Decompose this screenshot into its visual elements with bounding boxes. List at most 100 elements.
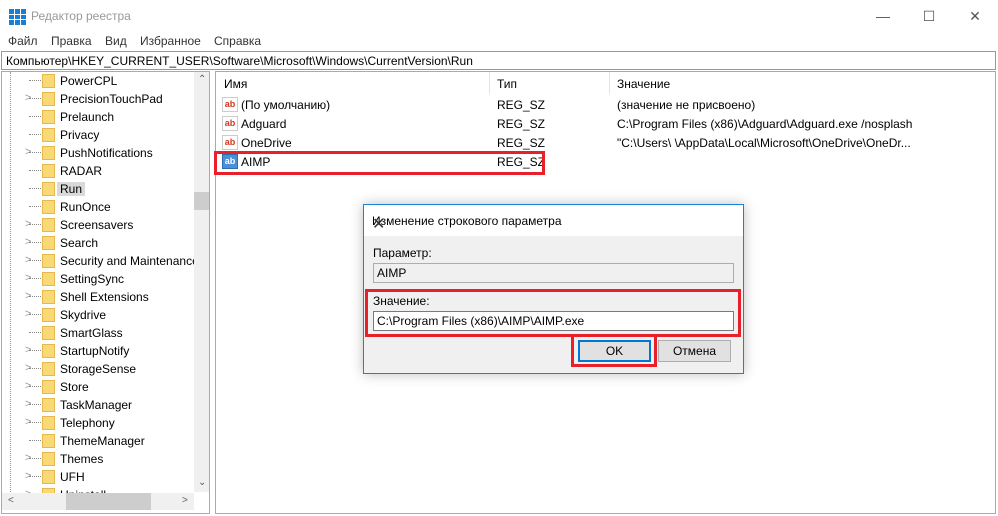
scroll-thumb[interactable] xyxy=(194,192,209,210)
tree-item[interactable]: ThemeManager xyxy=(2,432,194,450)
tree-item[interactable]: RADAR xyxy=(2,162,194,180)
value-row[interactable]: ab OneDrive REG_SZ "C:\Users\ \AppData\Loca… xyxy=(220,134,990,152)
tree-item[interactable]: > Shell Extensions xyxy=(2,288,194,306)
menu-help[interactable]: Справка xyxy=(214,34,261,48)
tree-item[interactable]: > PrecisionTouchPad xyxy=(2,90,194,108)
tree-connector xyxy=(29,116,41,117)
tree-connector xyxy=(29,404,41,405)
value-data: "C:\Users\ \AppData\Local\Microsoft\OneD… xyxy=(617,136,911,150)
folder-icon xyxy=(42,290,55,304)
tree-connector xyxy=(29,98,41,99)
cancel-button[interactable]: Отмена xyxy=(658,340,731,362)
tree-connector xyxy=(29,440,41,441)
folder-icon xyxy=(42,164,55,178)
folder-icon xyxy=(42,308,55,322)
maximize-button[interactable]: ☐ xyxy=(906,0,952,32)
folder-icon xyxy=(42,416,55,430)
tree-vertical-scrollbar[interactable]: ⌃ ⌄ xyxy=(194,72,209,492)
value-type: REG_SZ xyxy=(497,117,546,131)
folder-icon xyxy=(42,344,55,358)
column-header-data[interactable]: Значение xyxy=(617,77,670,91)
tree-item[interactable]: Prelaunch xyxy=(2,108,194,126)
folder-icon xyxy=(42,452,55,466)
tree-item[interactable]: PowerCPL xyxy=(2,72,194,90)
tree-connector xyxy=(29,278,41,279)
folder-icon xyxy=(42,128,55,142)
tree-item-label: Skydrive xyxy=(60,308,107,322)
menu-bar: Файл Правка Вид Избранное Справка xyxy=(0,32,998,50)
tree-connector xyxy=(29,422,41,423)
tree-item-label: Prelaunch xyxy=(60,110,115,124)
menu-favorites[interactable]: Избранное xyxy=(140,34,201,48)
tree-connector xyxy=(29,458,41,459)
tree-connector xyxy=(29,314,41,315)
tree-connector xyxy=(29,242,41,243)
address-bar[interactable]: Компьютер\HKEY_CURRENT_USER\Software\Mic… xyxy=(1,51,996,70)
tree-horizontal-scrollbar[interactable]: < > xyxy=(2,493,194,510)
tree-item[interactable]: > Themes xyxy=(2,450,194,468)
tree-connector xyxy=(29,80,41,81)
value-row[interactable]: ab (По умолчанию) REG_SZ (значение не присв… xyxy=(220,96,990,114)
menu-file[interactable]: Файл xyxy=(8,34,38,48)
minimize-button[interactable]: — xyxy=(860,0,906,32)
tree-item-label: Themes xyxy=(60,452,104,466)
value-type: REG_SZ xyxy=(497,136,546,150)
scroll-down-icon[interactable]: ⌄ xyxy=(198,477,206,488)
value-name: (По умолчанию) xyxy=(241,98,331,112)
column-separator[interactable] xyxy=(609,72,610,94)
folder-icon xyxy=(42,362,55,376)
tree-item[interactable]: > Telephony xyxy=(2,414,194,432)
tree-item[interactable]: > Security and Maintenance xyxy=(2,252,199,270)
value-row[interactable]: ab Adguard REG_SZ C:\Program Files (x86)\Ad… xyxy=(220,115,990,133)
tree-item[interactable]: > StartupNotify xyxy=(2,342,194,360)
tree-item-label: RunOnce xyxy=(60,200,111,214)
tree-item[interactable]: > StorageSense xyxy=(2,360,194,378)
scroll-right-icon[interactable]: > xyxy=(182,495,188,506)
tree-item-label: UFH xyxy=(60,470,85,484)
tree-item-label: StartupNotify xyxy=(60,344,130,358)
tree-item[interactable]: SmartGlass xyxy=(2,324,194,342)
scroll-left-icon[interactable]: < xyxy=(8,495,14,506)
tree-item[interactable]: > Search xyxy=(2,234,194,252)
folder-icon xyxy=(42,434,55,448)
tree-item[interactable]: > Screensavers xyxy=(2,216,194,234)
tree-item-label: StorageSense xyxy=(60,362,137,376)
tree-item[interactable]: Run xyxy=(2,180,194,198)
tree-item[interactable]: Privacy xyxy=(2,126,194,144)
tree-item-label: Search xyxy=(60,236,99,250)
tree-connector xyxy=(29,350,41,351)
column-separator[interactable] xyxy=(489,72,490,94)
scroll-up-icon[interactable]: ⌃ xyxy=(198,74,206,85)
tree-item[interactable]: > SettingSync xyxy=(2,270,194,288)
dialog-close-icon[interactable]: ✕ xyxy=(372,214,733,234)
tree-item[interactable]: > Skydrive xyxy=(2,306,194,324)
tree-connector xyxy=(29,134,41,135)
folder-icon xyxy=(42,218,55,232)
dialog-title-bar: Изменение строкового параметра ✕ xyxy=(364,205,743,236)
tree-item[interactable]: RunOnce xyxy=(2,198,194,216)
param-name-field[interactable] xyxy=(373,263,734,283)
tree-item[interactable]: > UFH xyxy=(2,468,194,486)
menu-edit[interactable]: Правка xyxy=(51,34,92,48)
value-data: C:\Program Files (x86)\Adguard\Adguard.e… xyxy=(617,117,913,131)
column-header-name[interactable]: Имя xyxy=(224,77,247,91)
tree-item-label: Screensavers xyxy=(60,218,134,232)
tree-item[interactable]: > Store xyxy=(2,378,194,396)
column-header-type[interactable]: Тип xyxy=(497,77,517,91)
menu-view[interactable]: Вид xyxy=(105,34,127,48)
folder-icon xyxy=(42,182,55,196)
scroll-thumb[interactable] xyxy=(66,493,151,510)
tree-item-label: RADAR xyxy=(60,164,103,178)
close-button[interactable]: ✕ xyxy=(952,0,998,32)
folder-icon xyxy=(42,272,55,286)
highlight-value-field xyxy=(365,289,741,337)
string-value-icon: ab xyxy=(222,135,238,150)
tree-item[interactable]: > PushNotifications xyxy=(2,144,194,162)
tree-item-label: Security and Maintenance xyxy=(60,254,199,268)
tree-item[interactable]: > TaskManager xyxy=(2,396,194,414)
tree-item-label: ThemeManager xyxy=(60,434,145,448)
value-name: Adguard xyxy=(241,117,287,131)
string-value-icon: ab xyxy=(222,97,238,112)
window-title: Редактор реестра xyxy=(31,9,131,23)
tree-item-label: Privacy xyxy=(60,128,100,142)
